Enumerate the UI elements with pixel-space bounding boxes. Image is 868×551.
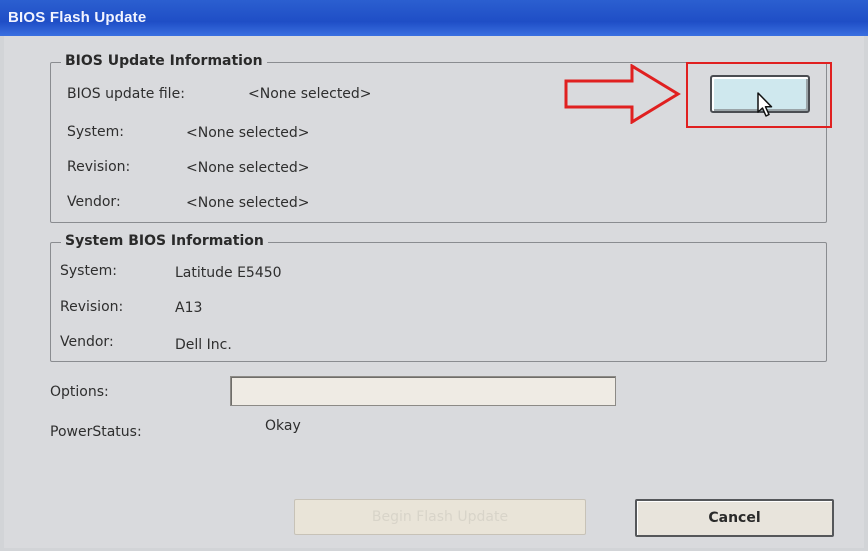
window-title: BIOS Flash Update (8, 9, 147, 26)
red-arrow-annotation (564, 64, 681, 124)
update-revision-label: Revision: (67, 159, 131, 175)
cancel-button[interactable]: Cancel (635, 499, 834, 537)
update-system-label: System: (67, 124, 124, 140)
update-file-value: <None selected> (248, 86, 372, 102)
system-bios-info-legend: System BIOS Information (61, 233, 268, 249)
update-file-label: BIOS update file: (67, 86, 185, 102)
sys-system-label: System: (60, 263, 117, 279)
system-bios-info-group: System BIOS Information (50, 233, 827, 362)
update-vendor-label: Vendor: (67, 194, 121, 210)
title-bar: BIOS Flash Update (0, 0, 868, 36)
bios-update-info-legend: BIOS Update Information (61, 53, 267, 69)
options-input[interactable] (230, 376, 616, 406)
sys-revision-value: A13 (175, 300, 203, 316)
highlight-box (686, 62, 832, 128)
sys-revision-label: Revision: (60, 299, 124, 315)
sys-system-value: Latitude E5450 (175, 265, 282, 281)
sys-vendor-label: Vendor: (60, 334, 114, 350)
update-revision-value: <None selected> (186, 160, 310, 176)
begin-flash-update-button[interactable]: Begin Flash Update (294, 499, 586, 535)
update-vendor-value: <None selected> (186, 195, 310, 211)
power-status-value: Okay (265, 418, 301, 434)
options-label: Options: (50, 384, 109, 400)
sys-vendor-value: Dell Inc. (175, 337, 232, 353)
update-system-value: <None selected> (186, 125, 310, 141)
power-status-label: PowerStatus: (50, 424, 142, 440)
